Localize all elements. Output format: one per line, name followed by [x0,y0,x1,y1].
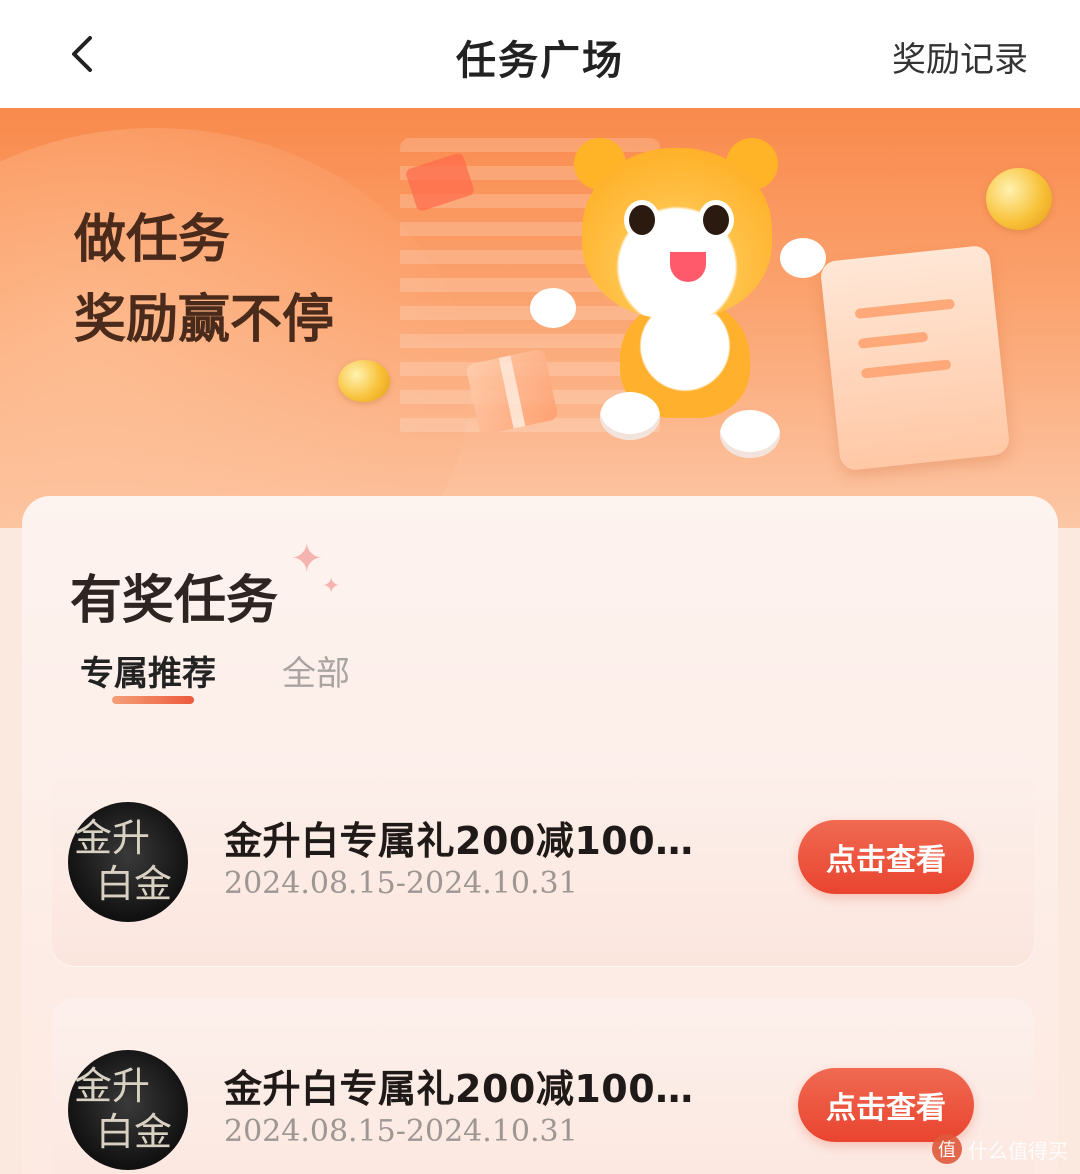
task-date-range: 2024.08.15-2024.10.31 [224,1114,578,1149]
avatar-text: 金升 [74,1064,151,1108]
section-title: 有奖任务 [70,570,279,631]
reward-records-link[interactable]: 奖励记录 [892,32,1028,81]
nav-bar: 任务广场 奖励记录 [0,0,1080,108]
hero-slogan-line2: 奖励赢不停 [74,289,335,350]
task-tabs: 专属推荐 全部 [80,646,416,695]
active-tab-indicator [112,696,194,704]
reward-tasks-panel: 有奖任务 ✦ ✦ 专属推荐 全部 金升 白金 金升白专属礼200减100… 20… [22,496,1058,1174]
task-card[interactable]: 金升 白金 金升白专属礼200减100… 2024.08.15-2024.10.… [52,750,1034,966]
reward-scroll-illustration [819,244,1011,472]
task-avatar: 金升 白金 [68,802,188,922]
watermark-text: 什么值得买 [968,1138,1068,1163]
hero-slogan: 做任务 奖励赢不停 [74,200,334,360]
watermark-logo-icon: 值 [932,1134,962,1164]
tiger-mascot-illustration [530,138,840,478]
coin-icon [986,168,1052,230]
avatar-text: 白金 [96,1110,173,1154]
sparkle-small-icon: ✦ [322,574,341,599]
view-task-button[interactable]: 点击查看 [798,820,974,894]
hero-slogan-line1: 做任务 [74,209,231,270]
task-title: 金升白专属礼200减100… [224,1067,694,1111]
avatar-text: 金升 [74,816,151,860]
task-date-range: 2024.08.15-2024.10.31 [224,866,578,901]
tab-all[interactable]: 全部 [282,646,350,695]
view-task-button[interactable]: 点击查看 [798,1068,974,1142]
sparkle-icon: ✦ [290,536,324,582]
coin-icon [338,360,390,402]
task-avatar: 金升 白金 [68,1050,188,1170]
watermark: 值 什么值得买 [932,1134,1068,1164]
task-title: 金升白专属礼200减100… [224,819,694,863]
hero-banner: 做任务 奖励赢不停 [0,108,1080,528]
tab-recommended[interactable]: 专属推荐 [80,646,216,695]
task-card[interactable]: 金升 白金 金升白专属礼200减100… 2024.08.15-2024.10.… [52,998,1034,1174]
avatar-text: 白金 [96,862,173,906]
